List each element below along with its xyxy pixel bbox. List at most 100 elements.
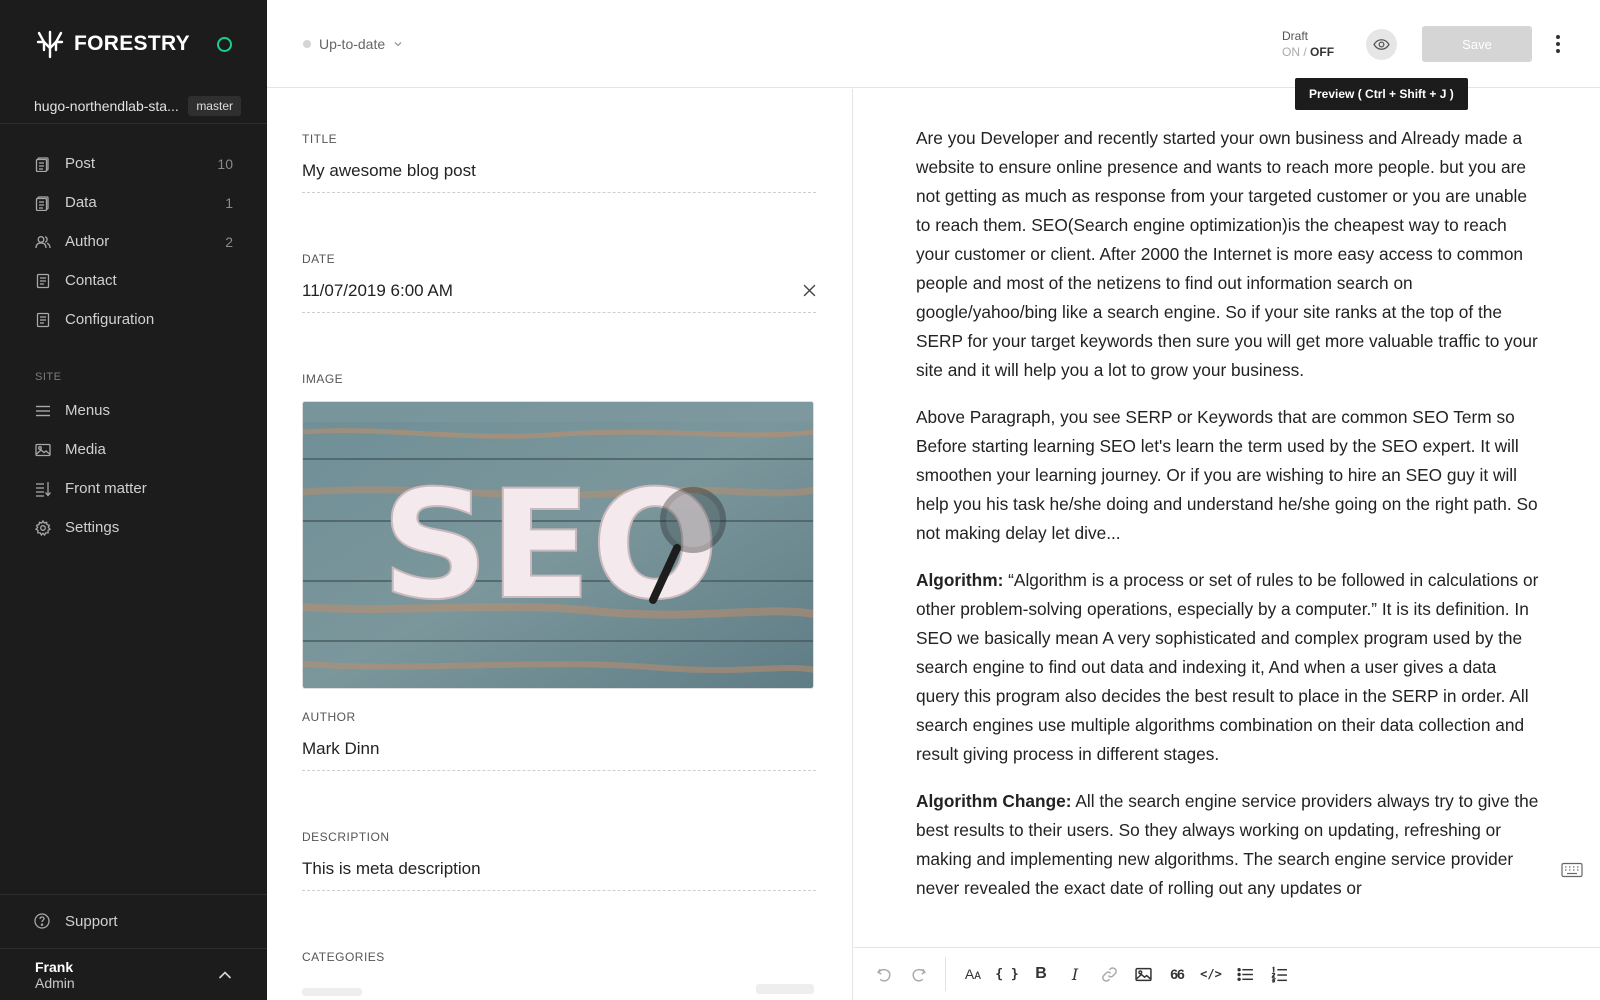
image-seo-text: SEO bbox=[381, 459, 719, 633]
undo-button[interactable] bbox=[867, 957, 901, 991]
connection-status-icon bbox=[217, 37, 232, 52]
preview-button[interactable] bbox=[1366, 29, 1397, 60]
categories-label: CATEGORIES bbox=[302, 950, 385, 964]
bold-button[interactable]: B bbox=[1024, 957, 1058, 991]
sidebar-item-menus[interactable]: Menus bbox=[0, 391, 267, 430]
italic-button[interactable]: I bbox=[1058, 957, 1092, 991]
author-field: AUTHOR Mark Dinn bbox=[302, 710, 816, 771]
sidebar-item-settings[interactable]: Settings bbox=[0, 508, 267, 547]
site-section-label: SITE bbox=[35, 371, 62, 383]
author-input[interactable]: Mark Dinn bbox=[302, 739, 816, 771]
status-dot-icon bbox=[303, 40, 311, 48]
date-input[interactable]: 11/07/2019 6:00 AM bbox=[302, 281, 816, 313]
bold-term: Algorithm Change: bbox=[916, 791, 1072, 811]
sidebar-item-contact[interactable]: Contact bbox=[0, 261, 267, 300]
undo-icon bbox=[876, 968, 890, 982]
description-field: DESCRIPTION This is meta description bbox=[302, 830, 816, 891]
image-icon bbox=[34, 441, 52, 459]
user-menu[interactable]: Frank Admin bbox=[0, 948, 267, 1000]
sidebar-item-post[interactable]: Post 10 bbox=[0, 144, 267, 183]
sidebar-item-count: 10 bbox=[217, 155, 233, 172]
keyboard-icon[interactable] bbox=[1561, 862, 1583, 878]
repo-name: hugo-northendlab-sta... bbox=[34, 97, 179, 114]
add-category-button[interactable] bbox=[756, 984, 814, 994]
support-link[interactable]: Support bbox=[0, 894, 267, 948]
html-button[interactable]: </> bbox=[1194, 957, 1228, 991]
draft-toggle-state[interactable]: ON / OFF bbox=[1282, 44, 1334, 60]
logo-text: FORESTRY bbox=[74, 32, 190, 55]
document-icon bbox=[34, 155, 52, 173]
blockquote-button[interactable]: 66 bbox=[1160, 957, 1194, 991]
redo-button[interactable] bbox=[901, 957, 935, 991]
editor-content[interactable]: Are you Developer and recently started y… bbox=[916, 124, 1540, 921]
branch-badge[interactable]: master bbox=[188, 95, 241, 116]
preview-tooltip: Preview ( Ctrl + Shift + J ) bbox=[1295, 78, 1468, 110]
sidebar-item-label: Front matter bbox=[65, 480, 147, 497]
sidebar-item-media[interactable]: Media bbox=[0, 430, 267, 469]
close-icon[interactable] bbox=[803, 284, 816, 297]
users-icon bbox=[34, 233, 52, 251]
categories-field: CATEGORIES bbox=[302, 950, 816, 996]
description-label: DESCRIPTION bbox=[302, 830, 390, 844]
quote-icon: 66 bbox=[1170, 966, 1185, 982]
image-label: IMAGE bbox=[302, 372, 344, 386]
repo-selector[interactable]: hugo-northendlab-sta... master bbox=[0, 88, 267, 124]
sidebar-item-label: Media bbox=[65, 441, 106, 458]
front-matter-panel: TITLE My awesome blog post DATE 11/07/20… bbox=[267, 89, 853, 1000]
page-icon bbox=[34, 272, 52, 290]
heading-button[interactable]: Aᴀ bbox=[956, 957, 990, 991]
chevron-up-icon[interactable] bbox=[217, 967, 233, 983]
sidebar-item-front-matter[interactable]: Front matter bbox=[0, 469, 267, 508]
code-icon: </> bbox=[1200, 967, 1222, 981]
sidebar-item-label: Contact bbox=[65, 272, 117, 289]
draft-off-option[interactable]: OFF bbox=[1310, 45, 1334, 59]
more-options-icon[interactable] bbox=[1550, 32, 1566, 56]
sort-icon bbox=[34, 480, 52, 498]
editor-toolbar: Aᴀ { } B I 66 </> bbox=[854, 947, 1600, 1000]
image-field: IMAGE SEO bbox=[302, 372, 816, 689]
support-label: Support bbox=[65, 913, 118, 930]
code-block-button[interactable]: { } bbox=[990, 957, 1024, 991]
toolbar-divider bbox=[945, 957, 946, 991]
bulleted-list-button[interactable] bbox=[1228, 957, 1262, 991]
seo-image-graphic: SEO bbox=[303, 402, 813, 688]
sidebar-item-data[interactable]: Data 1 bbox=[0, 183, 267, 222]
link-button[interactable] bbox=[1092, 957, 1126, 991]
forestry-logo[interactable]: FORESTRY bbox=[34, 28, 190, 60]
document-icon bbox=[34, 194, 52, 212]
redo-icon bbox=[912, 968, 926, 982]
image-icon bbox=[1134, 967, 1152, 981]
date-value: 11/07/2019 6:00 AM bbox=[302, 281, 453, 300]
paragraph: Above Paragraph, you see SERP or Keyword… bbox=[916, 407, 1538, 543]
save-button[interactable]: Save bbox=[1422, 26, 1532, 62]
topbar: Up-to-date Draft ON / OFF Save bbox=[267, 0, 1600, 88]
description-input[interactable]: This is meta description bbox=[302, 859, 816, 891]
markdown-editor[interactable]: Are you Developer and recently started y… bbox=[854, 89, 1600, 947]
sidebar-item-configuration[interactable]: Configuration bbox=[0, 300, 267, 339]
paragraph: Are you Developer and recently started y… bbox=[916, 128, 1538, 380]
sync-status-dropdown[interactable]: Up-to-date bbox=[303, 36, 403, 52]
forestry-tree-icon bbox=[36, 30, 64, 59]
sync-status-label: Up-to-date bbox=[319, 36, 386, 52]
braces-icon: { } bbox=[995, 966, 1019, 982]
date-label: DATE bbox=[302, 252, 336, 266]
insert-image-button[interactable] bbox=[1126, 957, 1160, 991]
categories-input[interactable] bbox=[302, 988, 362, 996]
featured-image[interactable]: SEO bbox=[302, 401, 814, 689]
bullet-list-icon bbox=[1236, 967, 1253, 981]
sidebar-item-author[interactable]: Author 2 bbox=[0, 222, 267, 261]
bold-icon: B bbox=[1035, 965, 1047, 982]
sidebar-footer: Support Frank Admin bbox=[0, 894, 267, 1000]
title-field: TITLE My awesome blog post bbox=[302, 132, 816, 193]
sidebar-item-label: Data bbox=[65, 194, 97, 211]
sidebar-item-count: 1 bbox=[225, 194, 233, 211]
title-input[interactable]: My awesome blog post bbox=[302, 161, 816, 193]
draft-on-option[interactable]: ON bbox=[1282, 45, 1300, 59]
sidebar-item-label: Menus bbox=[65, 402, 111, 419]
paragraph-text: “Algorithm is a process or set of rules … bbox=[916, 570, 1539, 764]
draft-label: Draft bbox=[1282, 29, 1309, 43]
sidebar-item-count: 2 bbox=[225, 233, 233, 250]
user-name: Frank bbox=[35, 958, 74, 975]
draft-toggle[interactable]: Draft ON / OFF bbox=[1282, 28, 1334, 60]
numbered-list-button[interactable] bbox=[1262, 957, 1296, 991]
